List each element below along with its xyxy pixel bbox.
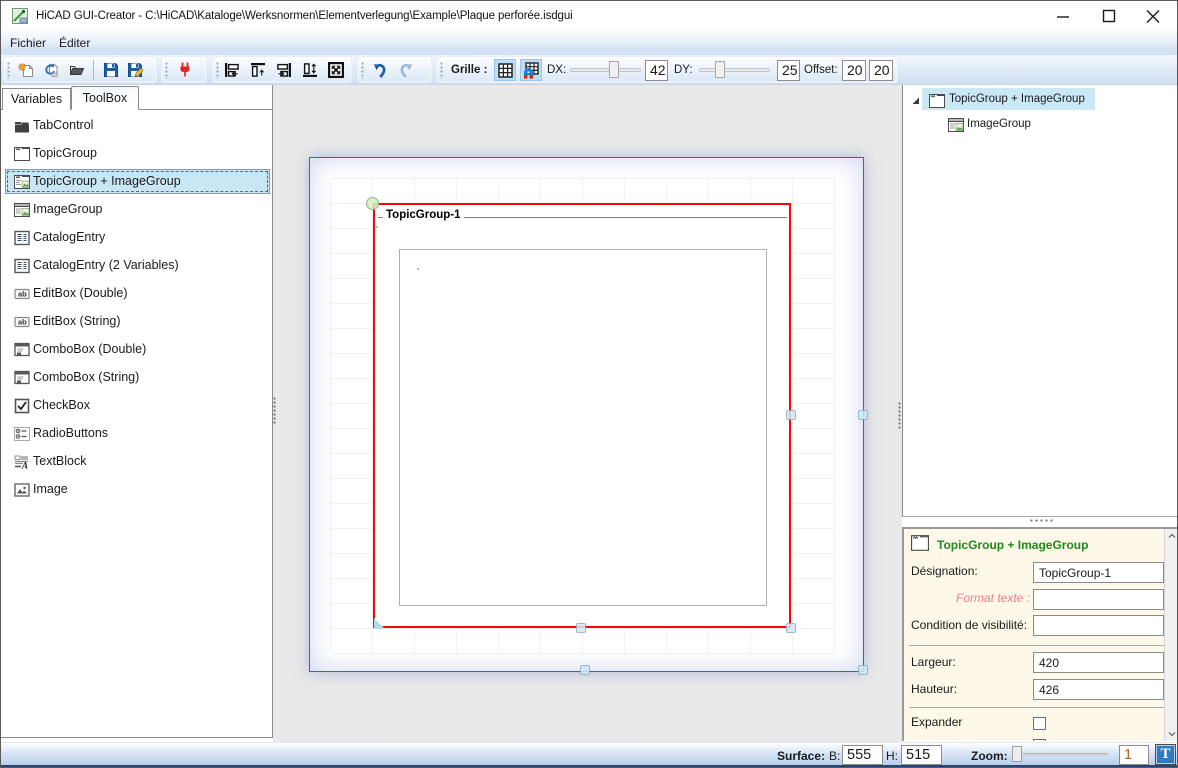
svg-text:A: A xyxy=(21,461,28,471)
svg-text:ab: ab xyxy=(18,318,27,327)
svg-text:ab: ab xyxy=(18,290,27,299)
